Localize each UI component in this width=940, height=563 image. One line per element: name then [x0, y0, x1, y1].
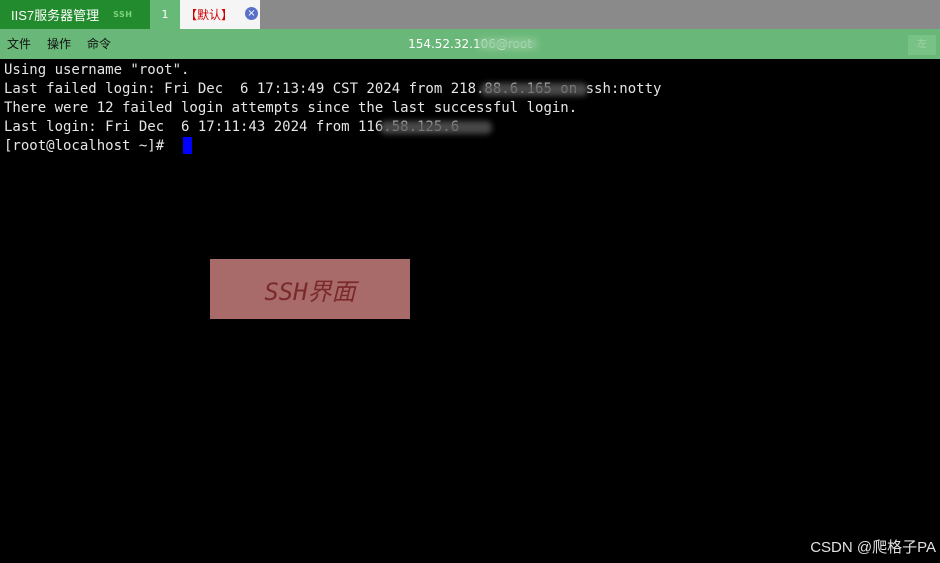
terminal[interactable]: Using username "root". Last failed login…: [0, 59, 940, 563]
session-title: 154.52.32.106@root: [408, 37, 532, 51]
tab-session-1[interactable]: 1: [150, 0, 180, 29]
redaction-mask: [478, 38, 538, 50]
app-title-tab[interactable]: IIS7服务器管理 SSH: [0, 0, 150, 29]
redaction-mask: [480, 83, 588, 96]
terminal-prompt: [root@localhost ~]#: [4, 138, 173, 154]
menu-item-file[interactable]: 文件: [7, 29, 31, 59]
terminal-line: There were 12 failed login attempts sinc…: [4, 100, 578, 116]
tab-default[interactable]: 【默认】 ×: [180, 0, 260, 29]
menu-bar: 文件 操作 命令 154.52.32.106@root 左: [0, 29, 940, 59]
terminal-cursor: [183, 137, 192, 154]
app-title: IIS7服务器管理: [11, 8, 100, 23]
menu-item-command[interactable]: 命令: [87, 29, 111, 59]
tab-number-label: 1: [161, 8, 169, 21]
ssh-badge: SSH: [113, 10, 133, 19]
watermark: CSDN @爬格子PA: [810, 539, 936, 556]
tab-default-label: 【默认】: [185, 8, 234, 22]
redaction-mask: [380, 121, 492, 134]
menu-right-button[interactable]: 左: [908, 35, 936, 55]
terminal-line: Using username "root".: [4, 62, 190, 78]
ssh-interface-label-text: SSH界面: [264, 277, 356, 306]
ssh-interface-label: SSH界面: [210, 259, 410, 319]
menu-item-operation[interactable]: 操作: [47, 29, 71, 59]
tab-bar: IIS7服务器管理 SSH 1 【默认】 ×: [0, 0, 940, 29]
close-icon[interactable]: ×: [245, 7, 258, 20]
